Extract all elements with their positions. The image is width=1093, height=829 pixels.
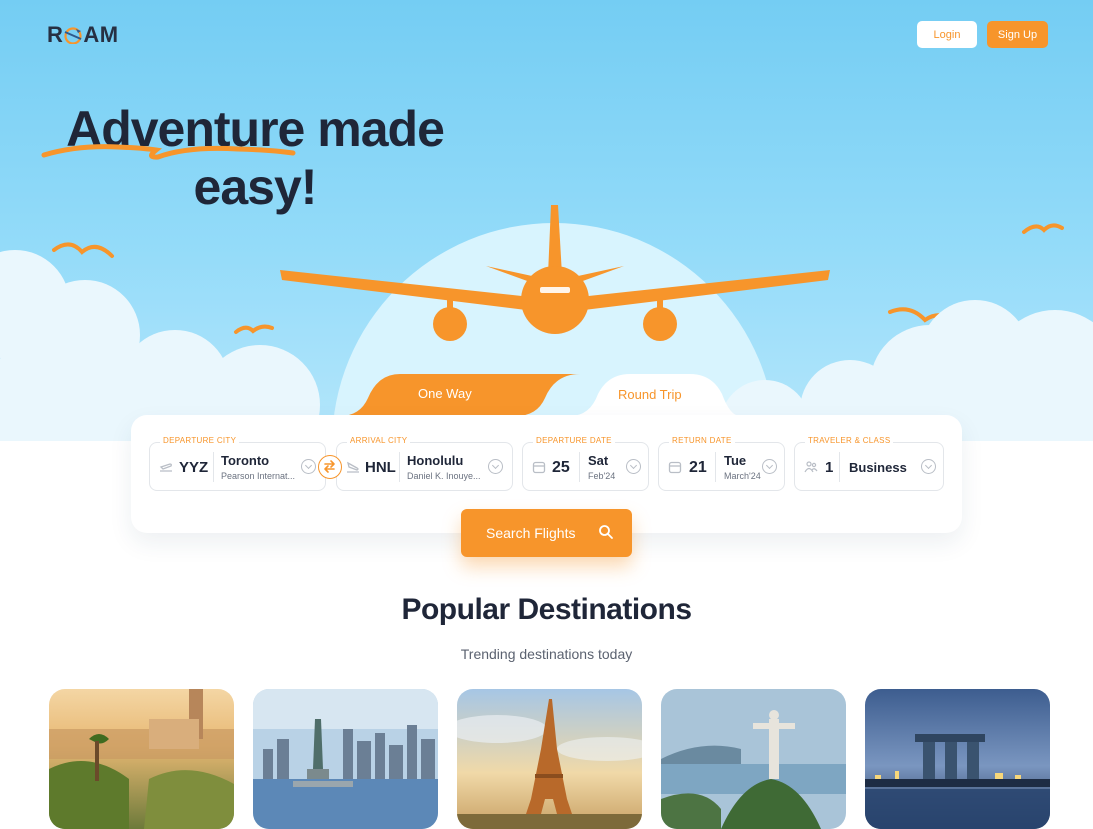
swap-cities-button[interactable] [318,455,342,479]
landing-icon [347,461,359,473]
tab-round-trip[interactable]: Round Trip [570,372,740,416]
departure-city-field[interactable]: DEPARTURE CITY YYZ Toronto Pearson Inter… [149,436,326,491]
arrival-city-field[interactable]: ARRIVAL CITY HNL Honolulu Daniel K. Inou… [336,436,513,491]
traveler-class-legend: TRAVELER & CLASS [805,436,894,445]
travel-class: Business [849,460,907,475]
calendar-icon [532,461,546,474]
login-button[interactable]: Login [917,21,977,48]
departure-day: 25 [552,459,570,476]
field-divider [213,452,214,482]
destination-card[interactable] [253,689,438,829]
arrival-airport-name: Daniel K. Inouye... [407,471,481,481]
chevron-down-icon [921,459,936,474]
chevron-down-icon [488,459,503,474]
calendar-icon [668,461,682,474]
arrival-city-legend: ARRIVAL CITY [347,436,411,445]
departure-code: YYZ [179,459,209,476]
arrival-city-name: Honolulu [407,453,464,468]
field-divider [399,452,400,482]
arrival-code: HNL [365,459,396,476]
swap-arrows-icon [324,460,335,473]
paris-eiffel-tower-image [457,689,642,829]
rio-christ-redeemer-image [661,689,846,829]
search-flights-label: Search Flights [486,525,576,541]
signup-button[interactable]: Sign Up [987,21,1048,48]
globe-plane-icon [63,27,83,44]
logo-letters-am: AM [83,22,119,47]
departure-date-field[interactable]: DEPARTURE DATE 25 Sat Feb'24 [522,436,649,491]
tab-round-trip-label: Round Trip [618,387,682,402]
departure-city-legend: DEPARTURE CITY [160,436,240,445]
return-date-legend: RETURN DATE [669,436,735,445]
takeoff-icon [159,463,172,472]
trip-type-tabs: One Way Round Trip [340,372,740,416]
tab-one-way[interactable]: One Way [340,372,580,416]
departure-weekday: Sat [588,453,609,468]
search-icon [599,525,613,539]
departure-month: Feb'24 [588,471,616,481]
return-date-field[interactable]: RETURN DATE 21 Tue March'24 [658,436,785,491]
departure-date-legend: DEPARTURE DATE [533,436,615,445]
popular-destinations-title: Popular Destinations [401,593,692,626]
return-month: March'24 [724,471,761,481]
headline-underline-swoosh [41,144,296,160]
traveler-count: 1 [825,459,834,476]
popular-destinations-subtitle: Trending destinations today [460,646,633,662]
logo-letter-r: R [47,22,64,47]
headline-word-made: made [317,101,445,157]
departure-airport-name: Pearson Internat... [221,471,296,481]
search-flights-button[interactable]: Search Flights [461,509,632,557]
destination-card[interactable] [457,689,642,829]
chevron-down-icon [301,459,316,474]
chevron-down-icon [626,459,641,474]
departure-city-name: Toronto [221,453,270,468]
tab-one-way-label: One Way [418,386,472,401]
field-divider [715,452,716,482]
brand-logo[interactable]: R AM [47,22,119,48]
destination-card[interactable] [49,689,234,829]
return-weekday: Tue [724,453,747,468]
traveler-class-field[interactable]: TRAVELER & CLASS 1 Business [794,436,944,491]
field-divider [839,452,840,482]
destination-card[interactable] [661,689,846,829]
headline-word-easy: easy! [193,159,318,215]
hero-section: R AM Login Sign Up Adventure made easy! O… [0,0,1093,441]
singapore-marina-bay-image [865,689,1050,829]
field-divider [579,452,580,482]
chevron-down-icon [762,459,777,474]
travelers-icon [804,461,818,473]
barcelona-park-guell-image [49,689,234,829]
new-york-statue-of-liberty-image [253,689,438,829]
destination-card[interactable] [865,689,1050,829]
return-day: 21 [689,459,707,476]
